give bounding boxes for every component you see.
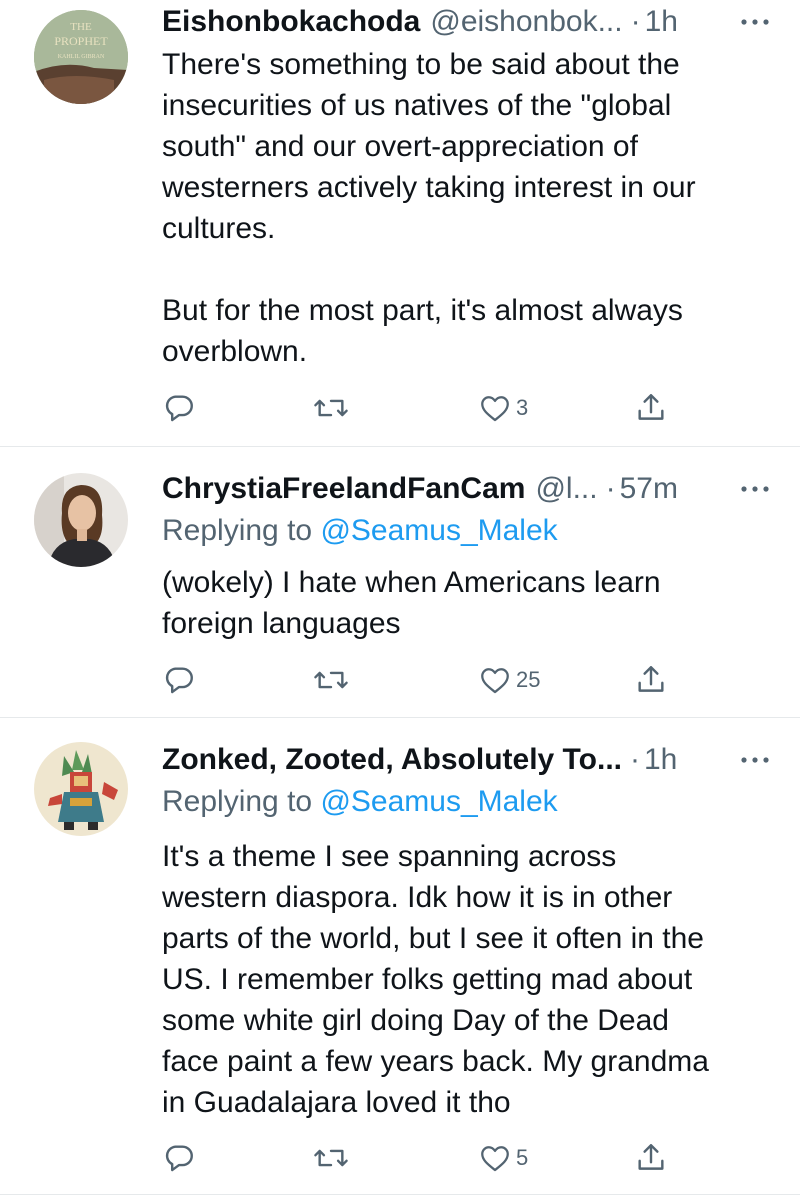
- more-icon[interactable]: [740, 740, 770, 780]
- timestamp[interactable]: 1h: [644, 740, 677, 780]
- svg-text:KAHLIL GIBRAN: KAHLIL GIBRAN: [58, 54, 105, 60]
- reply-button[interactable]: [162, 660, 196, 700]
- svg-text:PROPHET: PROPHET: [54, 34, 108, 48]
- tweet-actions: 25: [162, 660, 682, 700]
- like-count: 25: [516, 667, 541, 692]
- replying-prefix: Replying to: [162, 514, 321, 547]
- avatar-image: [34, 742, 128, 836]
- display-name[interactable]: Zonked, Zooted, Absolutely To...: [162, 740, 622, 780]
- avatar-eishonbokachoda[interactable]: THE PROPHET KAHLIL GIBRAN: [34, 10, 128, 104]
- reply-button[interactable]: [162, 388, 196, 428]
- avatar-image: [34, 473, 128, 567]
- retweet-button[interactable]: [312, 660, 350, 700]
- share-button[interactable]: [634, 1138, 668, 1178]
- timestamp[interactable]: 1h: [645, 2, 678, 42]
- more-icon[interactable]: [740, 469, 770, 509]
- share-icon: [638, 394, 664, 420]
- like-button[interactable]: 25: [478, 660, 540, 700]
- tweet-2[interactable]: ChrystiaFreelandFanCam @l... · 57m Reply…: [0, 447, 800, 717]
- avatar-chrystiafreelandfancam[interactable]: [34, 473, 128, 567]
- retweet-icon: [314, 671, 348, 689]
- tweet-text: It's a theme I see spanning across weste…: [162, 840, 709, 1119]
- tweet-1[interactable]: THE PROPHET KAHLIL GIBRAN Eishonbokachod…: [0, 0, 800, 446]
- divider: [0, 1194, 800, 1195]
- svg-text:THE: THE: [70, 21, 92, 33]
- timestamp[interactable]: 57m: [620, 469, 678, 509]
- mention-link[interactable]: @Seamus_Malek: [320, 785, 557, 818]
- reply-icon: [165, 1145, 193, 1172]
- tweet-text: (wokely) I hate when Americans learn for…: [162, 566, 661, 640]
- share-button[interactable]: [634, 388, 668, 428]
- avatar-zonked-zooted[interactable]: [34, 742, 128, 836]
- replying-to: Replying to @Seamus_Malek: [162, 511, 558, 551]
- reply-button[interactable]: [162, 1138, 196, 1178]
- like-button[interactable]: 5: [478, 1138, 528, 1178]
- tweet-header: Eishonbokachoda @eishonbok... · 1h: [162, 2, 770, 42]
- tweet-3[interactable]: Zonked, Zooted, Absolutely To... · 1h Re…: [0, 718, 800, 1200]
- replying-to: Replying to @Seamus_Malek: [162, 782, 558, 822]
- mention-link[interactable]: @Seamus_Malek: [320, 514, 557, 547]
- display-name[interactable]: ChrystiaFreelandFanCam: [162, 469, 525, 509]
- more-icon[interactable]: [740, 2, 770, 42]
- tweet-actions: 5: [162, 1138, 682, 1178]
- retweet-icon: [314, 1149, 348, 1167]
- user-handle[interactable]: @eishonbok...: [430, 2, 622, 42]
- like-button[interactable]: 3: [478, 388, 528, 428]
- reply-icon: [165, 667, 193, 694]
- share-icon: [638, 1144, 664, 1170]
- replying-prefix: Replying to: [162, 785, 321, 818]
- like-count: 3: [516, 395, 529, 420]
- heart-icon: [481, 396, 509, 422]
- separator-dot: ·: [605, 472, 616, 505]
- tweet-header: Zonked, Zooted, Absolutely To... · 1h: [162, 740, 770, 780]
- separator-dot: ·: [630, 5, 641, 38]
- user-handle[interactable]: @l...: [535, 469, 597, 509]
- tweet-actions: 3: [162, 388, 682, 428]
- reply-icon: [165, 395, 193, 422]
- avatar-image: THE PROPHET KAHLIL GIBRAN: [34, 10, 128, 104]
- heart-icon: [481, 1146, 509, 1172]
- heart-icon: [481, 668, 509, 694]
- retweet-button[interactable]: [312, 1138, 350, 1178]
- separator-dot: ·: [630, 743, 640, 776]
- retweet-icon: [314, 399, 348, 417]
- share-icon: [638, 666, 664, 692]
- like-count: 5: [516, 1145, 529, 1170]
- tweet-header: ChrystiaFreelandFanCam @l... · 57m: [162, 469, 770, 509]
- display-name[interactable]: Eishonbokachoda: [162, 2, 420, 42]
- tweet-text: There's something to be said about the i…: [162, 48, 696, 368]
- retweet-button[interactable]: [312, 388, 350, 428]
- share-button[interactable]: [634, 660, 668, 700]
